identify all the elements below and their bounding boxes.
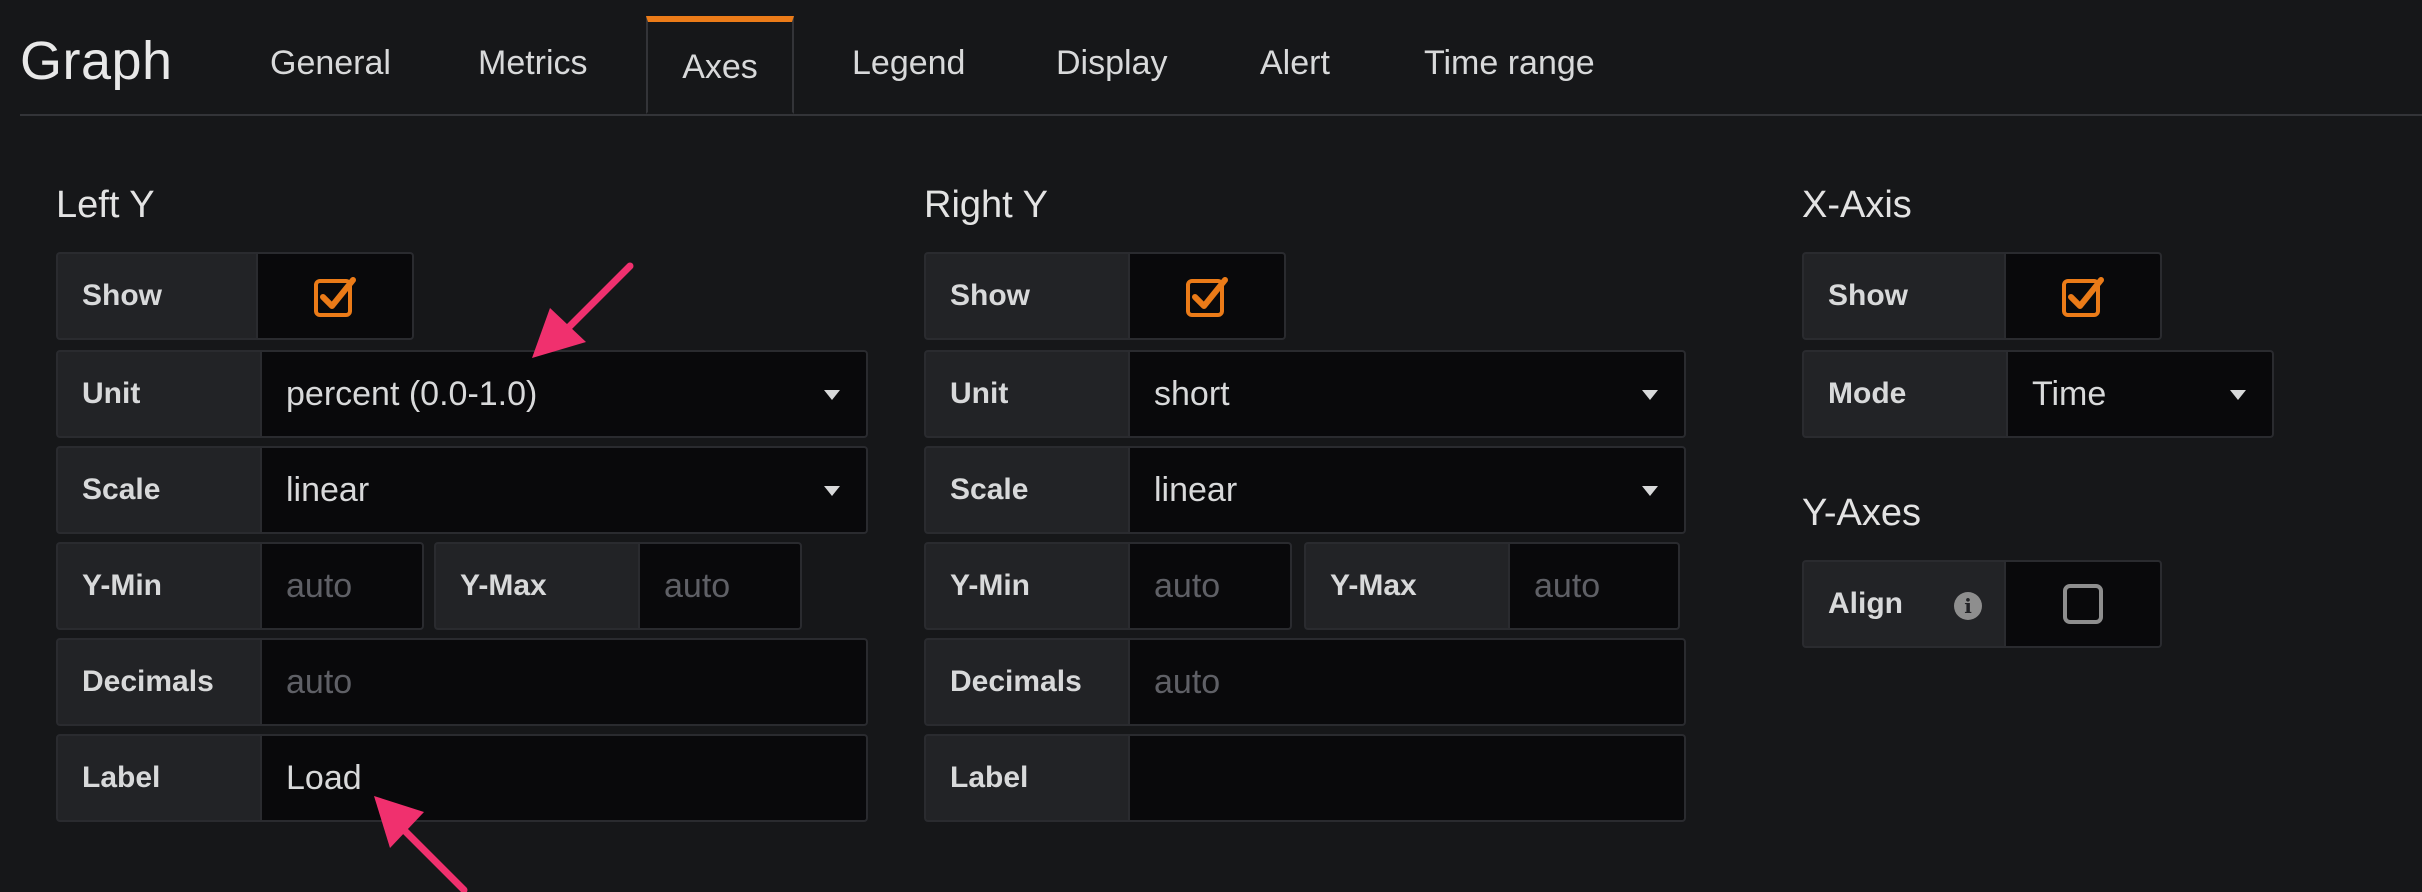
- checkbox-checked-icon: [2062, 277, 2104, 317]
- checkbox-unchecked-icon: [2063, 584, 2103, 624]
- x-axis-mode-select[interactable]: Time: [2006, 350, 2274, 438]
- left-y-decimals-field[interactable]: [286, 642, 808, 723]
- right-y-scale-value: linear: [1154, 471, 1238, 509]
- x-axis-show-label: Show: [1802, 252, 2006, 340]
- tab-axes-label: Axes: [682, 48, 758, 86]
- right-y-label-input[interactable]: [1128, 734, 1686, 822]
- checkbox-checked-icon: [314, 277, 356, 317]
- right-y-show-checkbox[interactable]: [1128, 252, 1286, 340]
- left-y-decimals-label: Decimals: [56, 638, 262, 726]
- left-y-unit-label: Unit: [56, 350, 262, 438]
- left-y-label-value: Load: [286, 759, 362, 797]
- page-title: Graph: [20, 31, 173, 91]
- tab-alert[interactable]: Alert: [1260, 44, 1330, 83]
- annotation-arrow-icon: [374, 796, 468, 892]
- chevron-down-icon: [824, 486, 840, 496]
- tab-display[interactable]: Display: [1056, 44, 1167, 83]
- y-axes-title: Y-Axes: [1802, 492, 1921, 534]
- checkbox-checked-icon: [1186, 277, 1228, 317]
- right-y-unit-label: Unit: [924, 350, 1130, 438]
- left-y-show-label: Show: [56, 252, 258, 340]
- right-y-ymin-input[interactable]: [1128, 542, 1292, 630]
- left-y-show-checkbox[interactable]: [256, 252, 414, 340]
- right-y-scale-select[interactable]: linear: [1128, 446, 1686, 534]
- chevron-down-icon: [824, 390, 840, 400]
- left-y-ymin-field[interactable]: [286, 546, 409, 627]
- right-y-title: Right Y: [924, 184, 1048, 226]
- y-axes-align-text: Align: [1828, 587, 1903, 620]
- tab-legend[interactable]: Legend: [852, 44, 965, 83]
- right-y-ymax-field[interactable]: [1534, 546, 1664, 627]
- left-y-ymin-label: Y-Min: [56, 542, 262, 630]
- right-y-unit-select[interactable]: short: [1128, 350, 1686, 438]
- left-y-ymin-input[interactable]: [260, 542, 424, 630]
- left-y-title: Left Y: [56, 184, 155, 226]
- left-y-ymax-label: Y-Max: [434, 542, 640, 630]
- right-y-ymax-label: Y-Max: [1304, 542, 1510, 630]
- chevron-down-icon: [1642, 390, 1658, 400]
- tab-time-range[interactable]: Time range: [1424, 44, 1595, 83]
- right-y-scale-label: Scale: [924, 446, 1130, 534]
- chevron-down-icon: [1642, 486, 1658, 496]
- info-icon[interactable]: i: [1954, 592, 1982, 620]
- chevron-down-icon: [2230, 390, 2246, 400]
- right-y-unit-value: short: [1154, 375, 1230, 413]
- right-y-ymin-label: Y-Min: [924, 542, 1130, 630]
- y-axes-align-label: Align i: [1802, 560, 2006, 648]
- right-y-decimals-input[interactable]: [1128, 638, 1686, 726]
- tab-metrics[interactable]: Metrics: [478, 44, 588, 83]
- y-axes-align-checkbox[interactable]: [2004, 560, 2162, 648]
- right-y-label-label: Label: [924, 734, 1130, 822]
- left-y-label-label: Label: [56, 734, 262, 822]
- right-y-decimals-field[interactable]: [1154, 642, 1631, 723]
- left-y-scale-label: Scale: [56, 446, 262, 534]
- panel-editor-header: Graph General Metrics Axes Legend Displa…: [20, 0, 2422, 116]
- right-y-decimals-label: Decimals: [924, 638, 1130, 726]
- x-axis-mode-value: Time: [2032, 375, 2107, 413]
- right-y-show-label: Show: [924, 252, 1130, 340]
- x-axis-show-checkbox[interactable]: [2004, 252, 2162, 340]
- right-y-ymin-field[interactable]: [1154, 546, 1277, 627]
- left-y-decimals-input[interactable]: [260, 638, 868, 726]
- left-y-scale-select[interactable]: linear: [260, 446, 868, 534]
- tab-axes[interactable]: Axes: [646, 16, 794, 114]
- left-y-ymax-field[interactable]: [664, 546, 787, 627]
- x-axis-mode-label: Mode: [1802, 350, 2008, 438]
- left-y-ymax-input[interactable]: [638, 542, 802, 630]
- right-y-ymax-input[interactable]: [1508, 542, 1680, 630]
- left-y-unit-value: percent (0.0-1.0): [286, 375, 538, 413]
- left-y-scale-value: linear: [286, 471, 370, 509]
- tab-general[interactable]: General: [270, 44, 391, 83]
- x-axis-title: X-Axis: [1802, 184, 1912, 226]
- annotation-arrow-icon: [532, 262, 634, 358]
- left-y-label-input[interactable]: Load: [260, 734, 868, 822]
